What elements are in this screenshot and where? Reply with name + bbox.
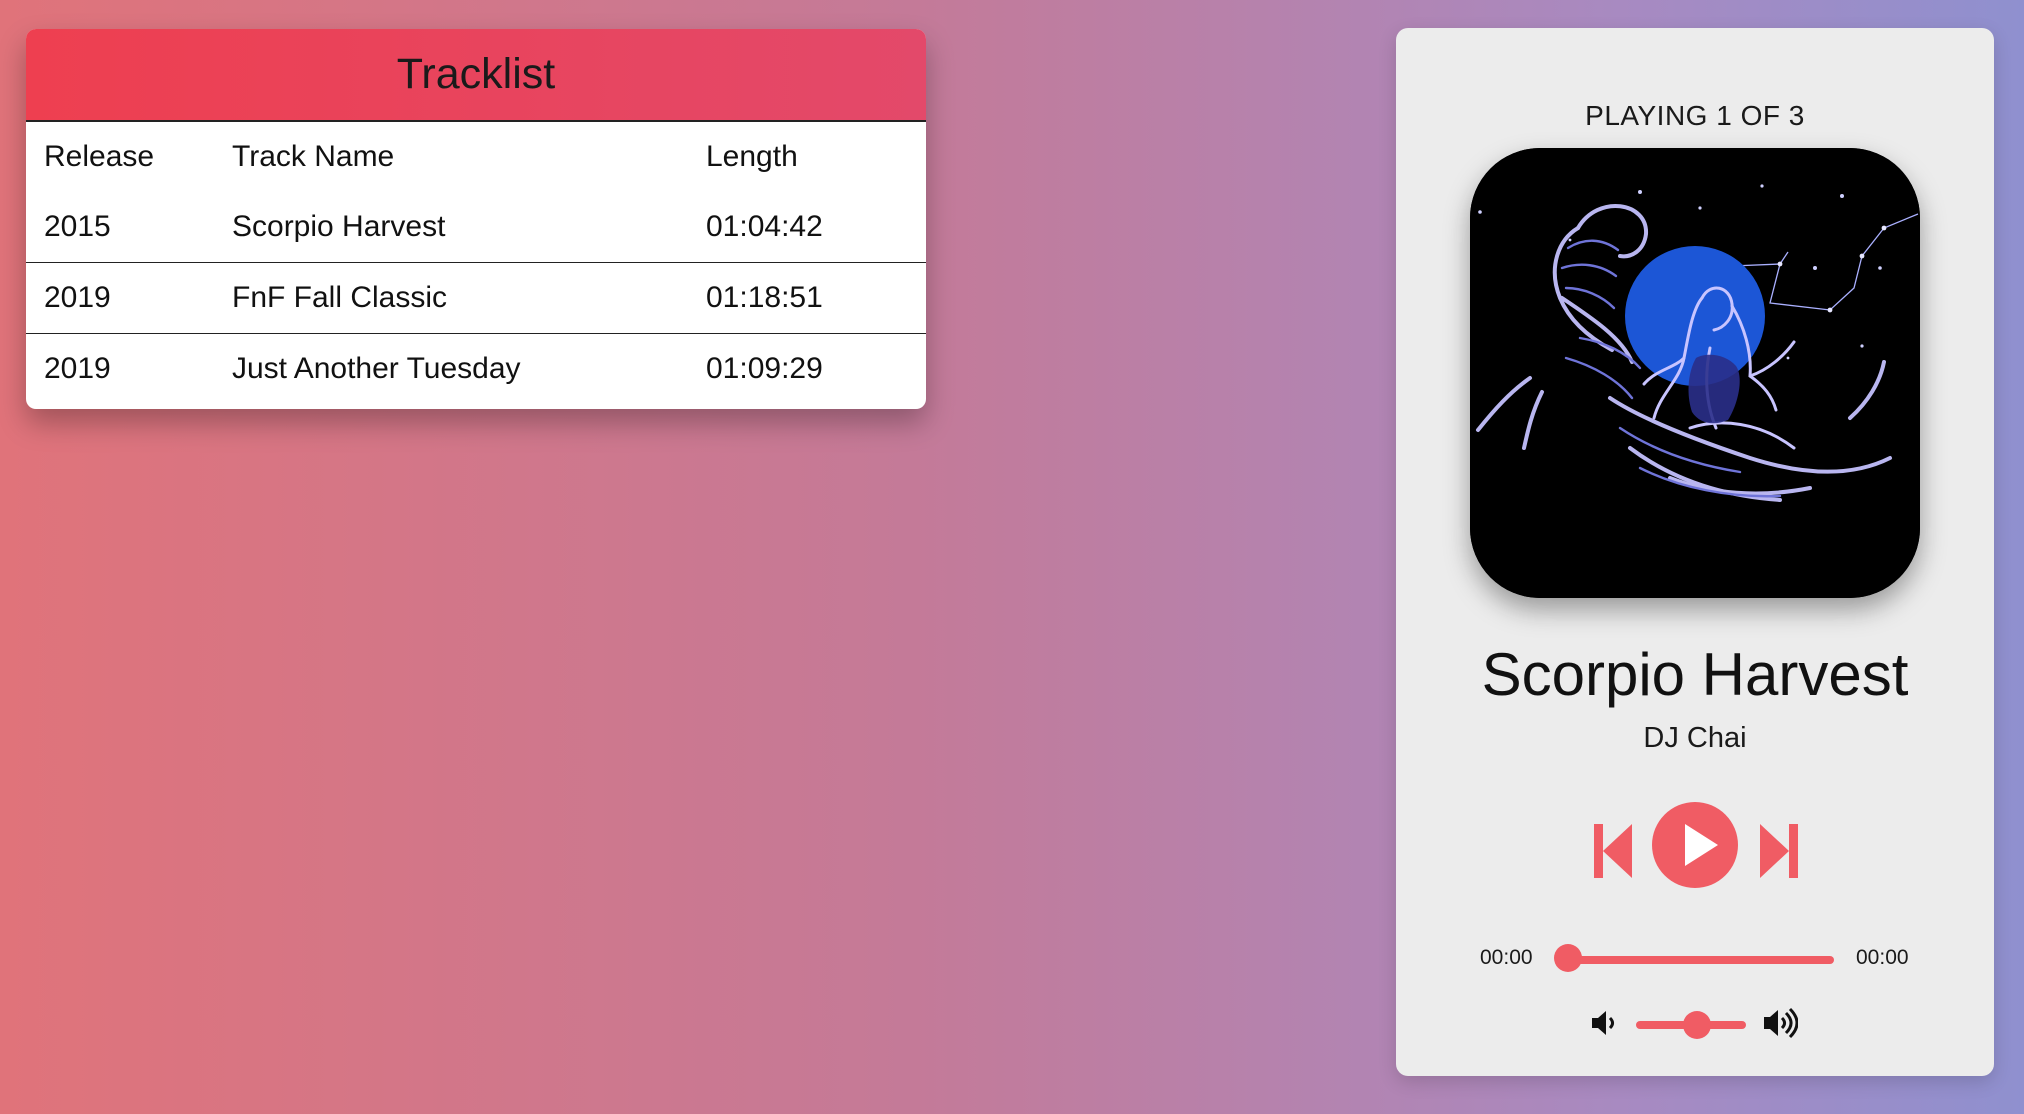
progress-row: 00:00 00:00 [1396, 940, 1994, 980]
table-header-row: Release Track Name Length [26, 122, 926, 192]
table-row[interactable]: 2019 Just Another Tuesday 01:09:29 [26, 334, 926, 405]
column-header-release[interactable]: Release [26, 122, 232, 192]
cell-length: 01:18:51 [706, 281, 823, 314]
playing-status: PLAYING 1 OF 3 [1585, 100, 1805, 131]
cell-release: 2015 [44, 210, 111, 243]
tracklist-header: Tracklist [26, 29, 926, 122]
progress-slider-thumb[interactable] [1554, 944, 1582, 972]
album-art [1470, 148, 1920, 598]
volume-up-icon [1764, 1007, 1799, 1039]
track-artist: DJ Chai [1643, 722, 1747, 754]
volume-down-button[interactable] [1590, 1008, 1620, 1038]
volume-up-button[interactable] [1762, 1006, 1799, 1040]
tracklist-title: Tracklist [396, 50, 556, 98]
play-icon [1652, 802, 1738, 888]
cell-length: 01:09:29 [706, 352, 823, 385]
scorpio-artwork [1470, 148, 1920, 598]
volume-row [1396, 1004, 1994, 1044]
next-button[interactable] [1760, 824, 1798, 878]
volume-down-icon [1592, 1011, 1614, 1035]
previous-button[interactable] [1594, 824, 1632, 878]
playback-controls [1396, 800, 1994, 890]
cell-release: 2019 [44, 352, 111, 385]
play-button[interactable] [1652, 802, 1738, 888]
cell-track-name: Scorpio Harvest [232, 210, 446, 243]
progress-slider[interactable] [1568, 956, 1834, 964]
column-header-length[interactable]: Length [706, 122, 926, 192]
track-title: Scorpio Harvest [1481, 641, 1909, 708]
tracklist-panel: Tracklist Release Track Name Length 2015… [26, 29, 926, 409]
current-time: 00:00 [1480, 946, 1533, 969]
volume-slider-thumb[interactable] [1682, 1011, 1711, 1039]
cell-release: 2019 [44, 281, 111, 314]
cell-length: 01:04:42 [706, 210, 823, 243]
table-row[interactable]: 2015 Scorpio Harvest 01:04:42 [26, 192, 926, 263]
table-row[interactable]: 2019 FnF Fall Classic 01:18:51 [26, 263, 926, 334]
total-time: 00:00 [1856, 946, 1909, 969]
tracklist-table: Release Track Name Length 2015 Scorpio H… [26, 122, 926, 404]
skip-next-icon [1760, 824, 1798, 878]
music-player-card: PLAYING 1 OF 3 Scorpio Harvest DJ Chai 0… [1396, 28, 1994, 1076]
cell-track-name: FnF Fall Classic [232, 281, 448, 314]
cell-track-name: Just Another Tuesday [232, 352, 521, 385]
column-header-track-name[interactable]: Track Name [232, 122, 706, 192]
skip-previous-icon [1594, 824, 1632, 878]
